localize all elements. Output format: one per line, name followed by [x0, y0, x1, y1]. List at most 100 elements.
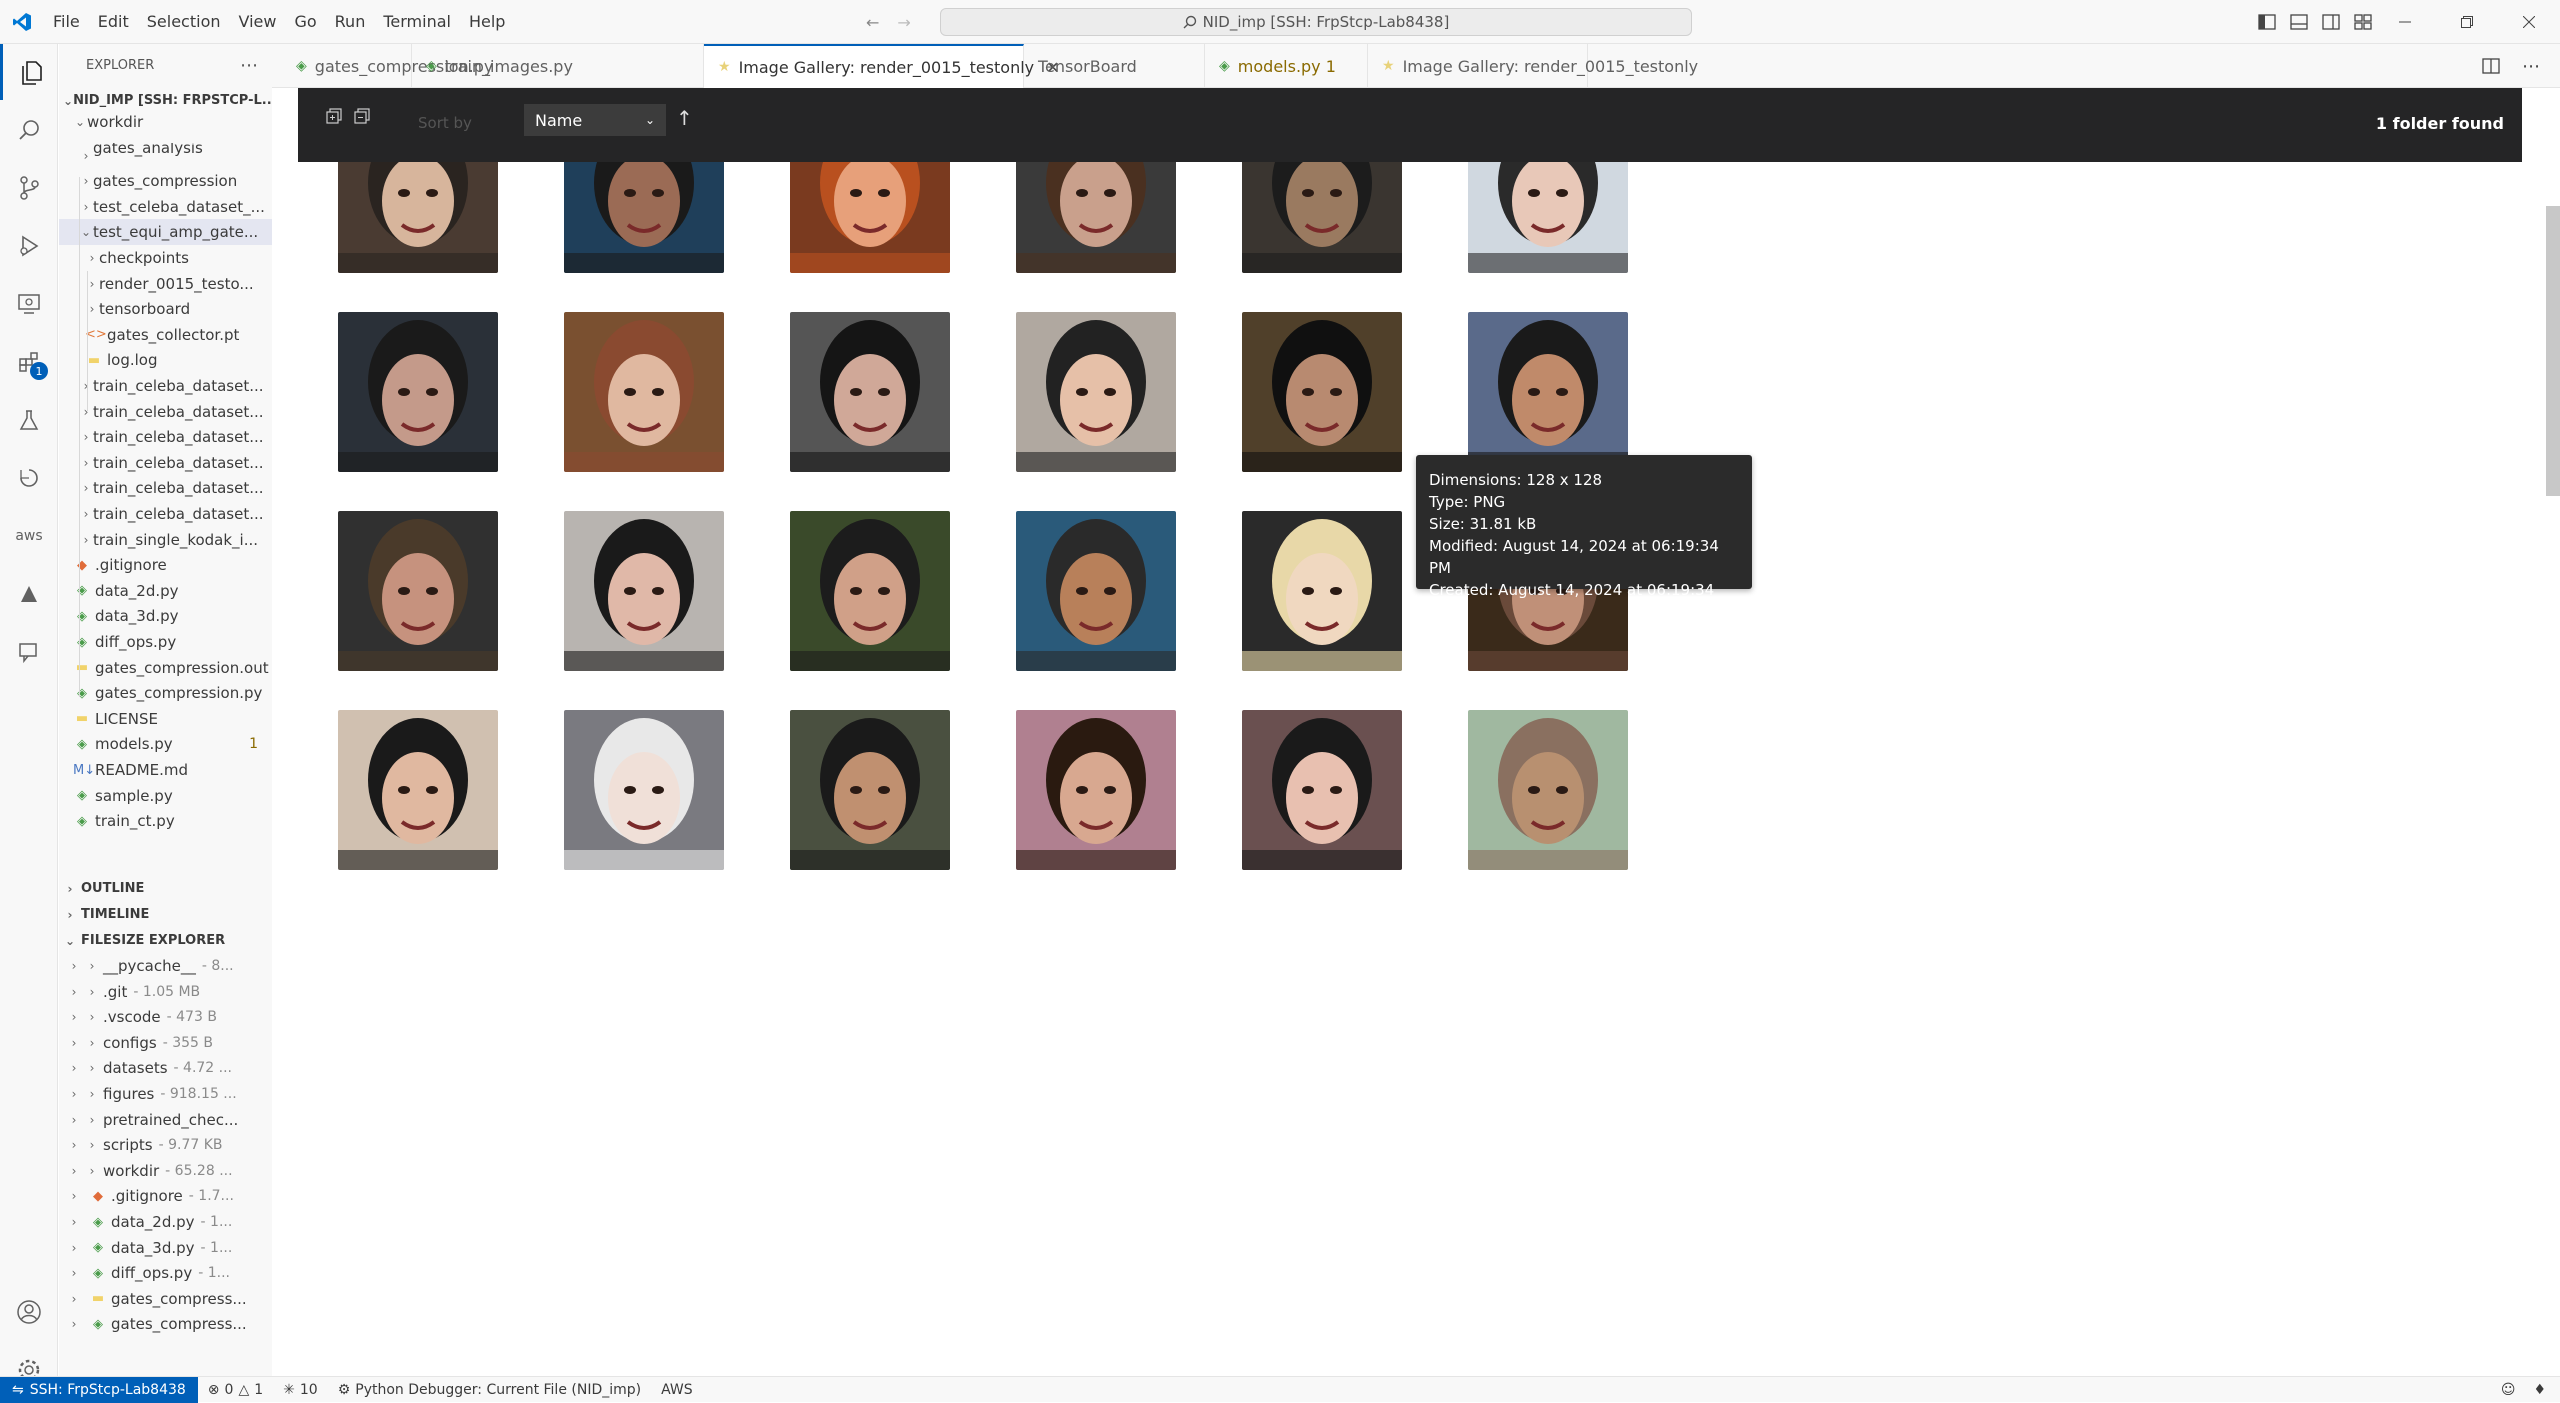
filesize-item-size: - 8...: [201, 958, 234, 974]
copilot-icon[interactable]: ☺: [2501, 1382, 2516, 1398]
error-icon: ⊗: [207, 1381, 220, 1398]
layout-controls: [2258, 0, 2372, 44]
chevron-right-icon: ›: [71, 1035, 77, 1050]
tree-item-label: gates_analysis: [93, 142, 203, 157]
filesize-item-label: .vscode: [103, 1008, 161, 1027]
filesize-item-label: gates_compress...: [111, 1315, 247, 1334]
customize-layout-icon[interactable]: [2354, 14, 2372, 30]
filesize-item[interactable]: › › workdir - 65.28 ...: [59, 1158, 272, 1184]
run-debug-icon[interactable]: [0, 218, 58, 274]
vscode-logo-icon: [0, 0, 44, 44]
chevron-right-icon: ›: [89, 1138, 95, 1153]
search-icon[interactable]: [0, 102, 58, 158]
expand-all-icon[interactable]: [326, 108, 342, 124]
remote-indicator[interactable]: ⇋ SSH: FrpStcp-Lab8438: [0, 1376, 198, 1403]
filesize-item[interactable]: › › figures - 918.15 ...: [59, 1081, 272, 1107]
aws-indicator[interactable]: AWS: [651, 1382, 703, 1398]
chevron-right-icon: ›: [83, 379, 89, 393]
account-icon[interactable]: [0, 1284, 58, 1340]
toggle-secondary-sidebar-icon[interactable]: [2322, 14, 2340, 30]
section-title: TIMELINE: [81, 907, 150, 922]
section-title: OUTLINE: [81, 881, 145, 896]
chevron-right-icon: ›: [89, 1010, 95, 1025]
sort-by-select[interactable]: Name ⌄: [524, 104, 666, 136]
menu-edit[interactable]: Edit: [89, 0, 138, 44]
filesize-item-label: .git: [103, 982, 128, 1001]
chevron-right-icon: ›: [71, 1010, 77, 1025]
python-file-icon: ◈: [77, 736, 87, 752]
restore-icon[interactable]: [2436, 0, 2498, 44]
filesize-item-label: figures: [103, 1085, 155, 1103]
problems-indicator[interactable]: ⊗ 0 △ 1: [198, 1382, 273, 1398]
split-editor-icon[interactable]: [2482, 58, 2500, 74]
sort-ascending-arrow-icon[interactable]: ↑: [676, 106, 693, 130]
chevron-down-icon: ⌄: [64, 933, 76, 948]
ports-indicator[interactable]: ✳ 10: [273, 1382, 328, 1398]
filesize-item-label: gates_compress...: [111, 1289, 247, 1308]
filesize-item[interactable]: › › scripts - 9.77 KB: [59, 1132, 272, 1158]
timeline-run-icon[interactable]: [0, 450, 58, 506]
extensions-icon[interactable]: 1: [0, 334, 58, 390]
aws-label: AWS: [661, 1381, 693, 1398]
tree-item-label: data_3d.py: [95, 607, 179, 626]
python-file-icon: ◈: [77, 813, 87, 829]
chevron-right-icon: ›: [71, 1112, 77, 1127]
minimize-icon[interactable]: [2374, 0, 2436, 44]
filesize-item-size: - 9.77 KB: [158, 1137, 223, 1154]
close-window-icon[interactable]: [2498, 0, 2560, 44]
image-gallery-view: test_0000.pngtest_0001.pngtest_0002.pngt…: [272, 88, 2560, 1376]
editor-more-actions-icon[interactable]: ⋯: [2522, 56, 2540, 77]
filesize-item-size: - 1.05 MB: [133, 983, 201, 1000]
filesize-item-size: - 1...: [200, 1239, 233, 1256]
chevron-right-icon: ›: [89, 959, 95, 973]
chevron-down-icon: ⌄: [74, 115, 86, 129]
filesize-item-size: - 1.7...: [188, 1188, 234, 1205]
gallery-item[interactable]: [1356, 614, 1724, 940]
vertical-scrollbar[interactable]: [2546, 206, 2560, 496]
tree-item-label: log.log: [107, 351, 158, 370]
chevron-right-icon: ›: [83, 174, 89, 189]
amazon-q-icon[interactable]: [0, 566, 58, 622]
toggle-panel-icon[interactable]: [2290, 14, 2308, 30]
chevron-right-icon: ›: [89, 1061, 95, 1076]
filesize-item[interactable]: › ▬ gates_compress...: [59, 1286, 272, 1312]
filesize-item[interactable]: › › configs - 355 B: [59, 1030, 272, 1056]
filesize-item[interactable]: › ◈ data_2d.py - 1...: [59, 1209, 272, 1235]
testing-icon[interactable]: [0, 392, 58, 448]
filesize-item[interactable]: › ◆ .gitignore - 1.7...: [59, 1183, 272, 1209]
notifications-bell-icon[interactable]: ♦: [2533, 1382, 2546, 1398]
filesize-item-label: workdir: [103, 1161, 160, 1180]
source-control-icon[interactable]: [0, 160, 58, 216]
chevron-right-icon: ›: [71, 1138, 77, 1153]
remote-explorer-icon[interactable]: [0, 276, 58, 332]
filesize-item[interactable]: › › datasets - 4.72 ...: [59, 1055, 272, 1081]
filesize-item[interactable]: › ◈ gates_compress...: [59, 1311, 272, 1337]
aws-icon[interactable]: aws: [0, 508, 58, 564]
filesize-item[interactable]: › ◈ diff_ops.py - 1...: [59, 1260, 272, 1286]
python-file-icon: ◈: [77, 608, 87, 624]
menu-file[interactable]: File: [44, 0, 89, 44]
filesize-item[interactable]: › › pretrained_chec...: [59, 1107, 272, 1133]
chat-icon[interactable]: [0, 624, 58, 680]
collapse-all-icon[interactable]: [354, 108, 370, 124]
filesize-item[interactable]: › › .git - 1.05 MB: [59, 979, 272, 1005]
section-title: FILESIZE EXPLORER: [81, 933, 226, 948]
filesize-item-label: __pycache__: [103, 957, 196, 975]
toggle-primary-sidebar-icon[interactable]: [2258, 14, 2276, 30]
indent-guide: [87, 271, 88, 411]
filesize-item[interactable]: › › __pycache__ - 8...: [59, 953, 272, 979]
debugger-indicator[interactable]: ⚙ Python Debugger: Current File (NID_imp…: [328, 1382, 651, 1398]
tree-item-label: sample.py: [95, 786, 173, 805]
filesize-item-label: data_3d.py: [111, 1238, 195, 1257]
folder-count: 1 folder found: [2375, 114, 2504, 133]
python-file-icon: ◈: [77, 634, 87, 650]
menu-selection[interactable]: Selection: [138, 0, 230, 44]
filesize-item[interactable]: › ◈ data_3d.py - 1...: [59, 1235, 272, 1261]
git-file-icon: ◆: [77, 557, 87, 573]
image-thumbnail[interactable]: [1468, 710, 1628, 870]
extensions-badge: 1: [30, 362, 48, 380]
filesize-item[interactable]: › › .vscode - 473 B: [59, 1004, 272, 1030]
explorer-icon[interactable]: [0, 44, 58, 100]
chevron-right-icon: ›: [83, 455, 89, 470]
tree-item-label: data_2d.py: [95, 581, 179, 600]
